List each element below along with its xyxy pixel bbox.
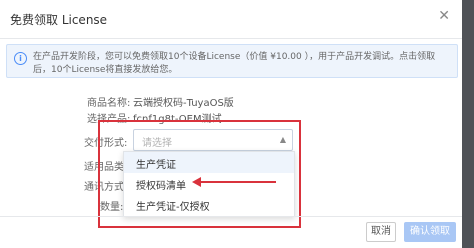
background-overlay: [462, 0, 474, 248]
notice-text: 在产品开发阶段，您可以免费领取10个设备License（价值 ¥10.00 ），…: [33, 52, 436, 75]
info-notice: i 在产品开发阶段，您可以免费领取10个设备License（价值 ¥10.00 …: [6, 44, 458, 78]
dialog-title: 免费领取 License: [10, 13, 108, 27]
confirm-claim-button[interactable]: 确认领取: [404, 222, 456, 242]
cancel-button[interactable]: 取消: [366, 222, 396, 242]
annotation-highlight-box: [98, 120, 301, 228]
product-name-value: 云端授权码-TuyaOS版: [133, 98, 234, 109]
info-icon: i: [14, 52, 27, 65]
product-name-label: 商品名称:: [87, 98, 131, 109]
dialog-header: 免费领取 License ✕: [0, 0, 462, 39]
license-dialog: 免费领取 License ✕ i 在产品开发阶段，您可以免费领取10个设备Lic…: [0, 0, 462, 248]
close-icon[interactable]: ✕: [438, 9, 450, 23]
